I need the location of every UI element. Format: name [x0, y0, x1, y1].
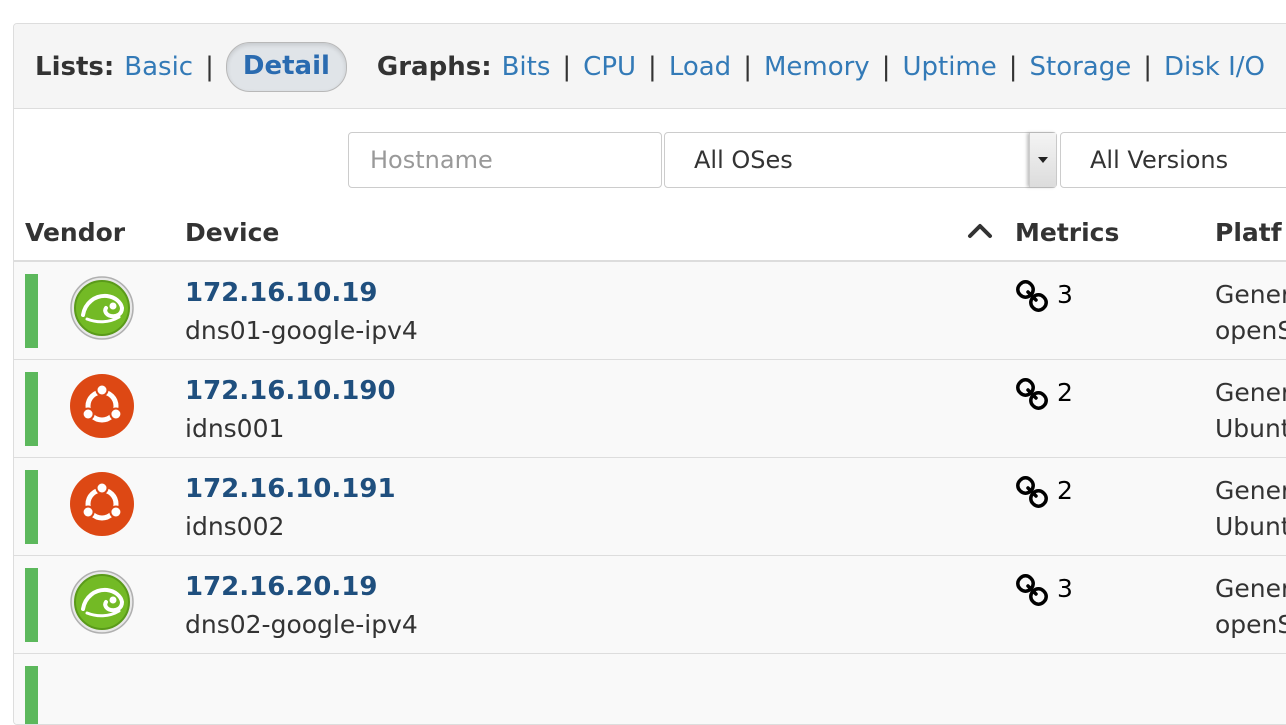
link-icon [1016, 574, 1048, 606]
table-row[interactable]: 172.16.10.19 dns01-google-ipv4 3 Gener o… [14, 262, 1286, 360]
list-basic-link[interactable]: Basic [124, 52, 193, 82]
nav-separator: | [648, 52, 657, 82]
platform-hardware: Gener [1215, 574, 1286, 603]
graph-cpu-link[interactable]: CPU [583, 52, 636, 82]
link-icon [1016, 378, 1048, 410]
platform-hardware: Gener [1215, 378, 1286, 407]
platform-os: openS [1215, 316, 1286, 345]
nav-separator: | [743, 52, 752, 82]
metrics-count: 3 [1057, 574, 1073, 603]
os-select-dropdown-button[interactable] [1029, 133, 1056, 187]
metrics-count: 2 [1057, 476, 1073, 505]
nav-separator: | [881, 52, 891, 82]
platform-hardware: Gener [1215, 476, 1286, 505]
device-ip-link[interactable]: 172.16.10.19 [185, 278, 377, 308]
nav-separator: | [1143, 52, 1153, 82]
os-select[interactable]: All OSes [664, 132, 1057, 188]
graph-uptime-link[interactable]: Uptime [902, 52, 996, 82]
lists-label: Lists: [35, 52, 115, 82]
table-row[interactable]: 172.16.10.190 idns001 2 Gener Ubunt [14, 360, 1286, 458]
sort-ascending-icon[interactable] [967, 220, 993, 240]
opensuse-logo-icon [70, 276, 134, 340]
graph-load-link[interactable]: Load [669, 52, 731, 82]
devices-panel: Lists: Basic | Detail Graphs: Bits | CPU… [13, 23, 1286, 725]
device-hostname: idns001 [185, 414, 285, 443]
graph-disk-io-link[interactable]: Disk I/O [1164, 52, 1265, 82]
graphs-label: Graphs: [376, 52, 492, 82]
status-up-indicator [25, 274, 38, 348]
os-select-value: All OSes [694, 146, 793, 174]
device-ip-link[interactable]: 172.16.20.19 [185, 572, 377, 602]
version-select[interactable]: All Versions [1060, 132, 1286, 188]
graph-bits-link[interactable]: Bits [502, 52, 551, 82]
hostname-input[interactable] [348, 132, 662, 188]
status-up-indicator [25, 568, 38, 642]
table-row[interactable]: 172.16.20.19 dns02-google-ipv4 3 Gener o… [14, 556, 1286, 654]
nav-separator: | [562, 52, 572, 82]
status-up-indicator [25, 470, 38, 544]
metrics-count: 2 [1057, 378, 1073, 407]
list-detail-button[interactable]: Detail [225, 42, 347, 92]
view-nav-bar: Lists: Basic | Detail Graphs: Bits | CPU… [14, 24, 1286, 109]
table-row[interactable] [14, 654, 1286, 724]
platform-column-header: Platf [1215, 218, 1282, 247]
device-ip-link[interactable]: 172.16.10.191 [185, 474, 396, 504]
metrics-count: 3 [1057, 280, 1073, 309]
table-row[interactable]: 172.16.10.191 idns002 2 Gener Ubunt [14, 458, 1286, 556]
caret-down-icon [1038, 157, 1048, 163]
opensuse-logo-icon [70, 570, 134, 634]
graph-memory-link[interactable]: Memory [764, 52, 870, 82]
platform-hardware: Gener [1215, 280, 1286, 309]
device-hostname: idns002 [185, 512, 285, 541]
platform-os: openS [1215, 610, 1286, 639]
nav-separator: | [1008, 52, 1018, 82]
status-up-indicator [25, 372, 38, 446]
graph-storage-link[interactable]: Storage [1030, 52, 1132, 82]
version-select-value: All Versions [1090, 146, 1229, 174]
link-icon [1016, 476, 1048, 508]
device-hostname: dns02-google-ipv4 [185, 610, 418, 639]
platform-os: Ubunt [1215, 512, 1286, 541]
vendor-column-header: Vendor [25, 218, 126, 247]
view-nav-row: Lists: Basic | Detail Graphs: Bits | CPU… [35, 42, 1265, 92]
metrics-column-header: Metrics [1015, 218, 1120, 247]
device-column-header[interactable]: Device [185, 218, 279, 247]
ubuntu-logo-icon [70, 374, 134, 438]
device-ip-link[interactable]: 172.16.10.190 [185, 376, 396, 406]
link-icon [1016, 280, 1048, 312]
ubuntu-logo-icon [70, 472, 134, 536]
platform-os: Ubunt [1215, 414, 1286, 443]
device-hostname: dns01-google-ipv4 [185, 316, 418, 345]
nav-separator: | [205, 52, 214, 82]
status-up-indicator [25, 666, 38, 724]
